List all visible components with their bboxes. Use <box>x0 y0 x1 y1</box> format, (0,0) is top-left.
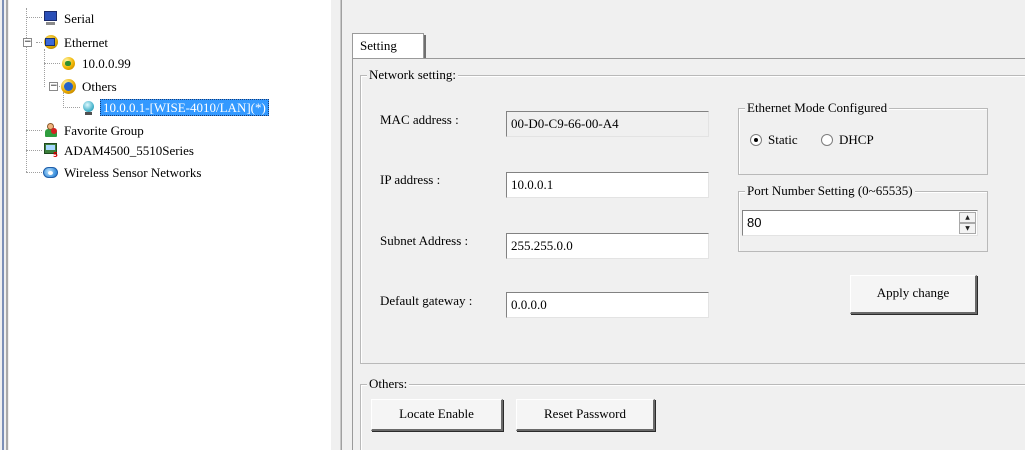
tree-item-others[interactable]: Others <box>60 77 119 95</box>
tree-item-label: 10.0.0.1-[WISE-4010/LAN](*) <box>100 98 269 116</box>
subnet-address-label: Subnet Address : <box>380 233 469 248</box>
mac-address-field: 00-D0-C9-66-00-A4 <box>506 111 709 137</box>
tree-item-label: 10.0.0.99 <box>82 55 131 71</box>
tree-item-label: ADAM4500_5510Series <box>64 142 194 158</box>
others-title: Others: <box>367 376 410 392</box>
locate-enable-button[interactable]: Locate Enable <box>371 399 503 431</box>
tree-item-label: Ethernet <box>64 34 109 50</box>
radio-unselected-icon <box>821 134 833 146</box>
apply-change-label: Apply change <box>876 285 950 300</box>
tree-item-ethernet[interactable]: Ethernet <box>42 33 110 51</box>
tab-setting[interactable]: Setting <box>352 33 426 59</box>
tree-item-label: Others <box>82 78 117 94</box>
port-number-value: 80 <box>747 215 762 230</box>
subnet-address-input[interactable]: 255.255.0.0 <box>506 233 709 259</box>
subnet-address-value: 255.255.0.0 <box>511 238 573 253</box>
locate-enable-label: Locate Enable <box>399 406 474 421</box>
default-gateway-value: 0.0.0.0 <box>511 297 547 312</box>
tree-item-adam4500[interactable]: 5 ADAM4500_5510Series <box>42 141 196 159</box>
ip-address-input[interactable]: 10.0.0.1 <box>506 172 709 198</box>
ip-device-icon <box>60 55 77 72</box>
mac-address-label: MAC address : <box>380 112 459 127</box>
tree-item-wireless-sensor-networks[interactable]: Wireless Sensor Networks <box>42 163 203 181</box>
serial-icon <box>42 10 59 27</box>
mode-static-label: Static <box>768 132 798 147</box>
device-settings-panel: Setting Network setting: Ethernet Mode C… <box>342 0 1025 450</box>
tree-item-label: Wireless Sensor Networks <box>64 164 202 180</box>
port-number-title: Port Number Setting (0~65535) <box>745 183 915 199</box>
ethernet-icon <box>42 34 59 51</box>
radio-selected-icon <box>750 134 762 146</box>
spin-up-icon[interactable]: ▲ <box>959 212 976 223</box>
ip-address-label: IP address : <box>380 172 441 187</box>
network-setting-title: Network setting: <box>367 67 459 83</box>
tree-item-label: Serial <box>64 10 95 26</box>
tab-setting-label: Setting <box>360 38 397 53</box>
mode-dhcp-radio[interactable]: DHCP <box>821 132 874 148</box>
tree-left-border <box>0 0 9 450</box>
ethernet-mode-title: Ethernet Mode Configured <box>745 100 890 116</box>
ip-address-value: 10.0.0.1 <box>511 177 554 192</box>
reset-password-label: Reset Password <box>544 406 626 421</box>
others-icon <box>60 78 77 95</box>
mode-static-radio[interactable]: Static <box>750 132 798 148</box>
panel-splitter[interactable] <box>331 0 342 450</box>
default-gateway-label: Default gateway : <box>380 293 473 308</box>
mac-address-value: 00-D0-C9-66-00-A4 <box>511 116 619 131</box>
setting-tab-page: Network setting: Ethernet Mode Configure… <box>352 58 1025 450</box>
reset-password-button[interactable]: Reset Password <box>516 399 655 431</box>
tree-item-label: Favorite Group <box>64 122 144 138</box>
apply-change-button[interactable]: Apply change <box>850 275 977 314</box>
tree-item-favorite-group[interactable]: Favorite Group <box>42 121 146 139</box>
device-icon <box>80 99 97 116</box>
tree-item-ip-10-0-0-99[interactable]: 10.0.0.99 <box>60 54 133 72</box>
spinner-buttons: ▲ ▼ <box>959 212 976 234</box>
ethernet-collapse-toggle[interactable]: − <box>23 38 32 47</box>
favorite-group-icon <box>42 122 59 139</box>
device-tree[interactable]: − − Serial Ethernet 10.0.0.99 Others 10.… <box>9 0 331 450</box>
port-number-spinner[interactable]: 80 ▲ ▼ <box>742 210 978 236</box>
tree-item-wise-4010[interactable]: 10.0.0.1-[WISE-4010/LAN](*) <box>80 98 269 116</box>
mode-dhcp-label: DHCP <box>839 132 874 147</box>
others-collapse-toggle[interactable]: − <box>49 82 58 91</box>
spin-down-icon[interactable]: ▼ <box>959 223 976 234</box>
wireless-sensor-icon <box>42 164 59 181</box>
default-gateway-input[interactable]: 0.0.0.0 <box>506 292 709 318</box>
tree-item-serial[interactable]: Serial <box>42 9 96 27</box>
adam-series-icon: 5 <box>42 142 59 159</box>
